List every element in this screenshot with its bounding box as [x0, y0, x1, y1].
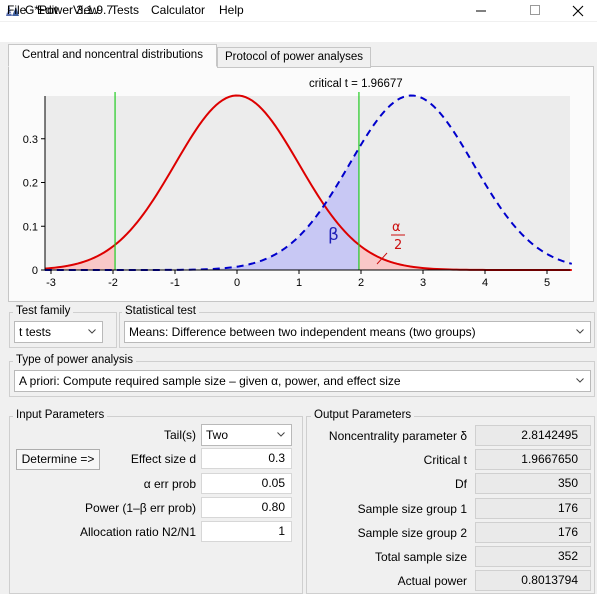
distribution-plot: -3 -2 -1 0 1 2 3 4 5 0 0.1 0.2 0.3 critical t = 1.9…	[23, 78, 573, 289]
menu-edit[interactable]: Edit	[37, 3, 58, 17]
power-label: Power (1–β err prob)	[85, 501, 196, 515]
total-sample-size-value: 352	[475, 546, 591, 567]
determine-button[interactable]: Determine =>	[16, 449, 100, 470]
input-parameters-label: Input Parameters	[13, 409, 108, 421]
allocation-ratio-label: Allocation ratio N2/N1	[79, 525, 196, 539]
x-tick-label: 3	[420, 277, 426, 289]
effect-size-label: Effect size d	[130, 452, 196, 466]
power-analysis-label: Type of power analysis	[13, 354, 136, 366]
statistical-test-value: Means: Difference between two independen…	[129, 325, 476, 339]
tails-label: Tail(s)	[164, 428, 196, 442]
statistical-test-label: Statistical test	[122, 305, 199, 317]
df-value: 350	[475, 473, 591, 494]
alpha-err-label: α err prob	[143, 477, 196, 491]
statistical-test-select[interactable]: Means: Difference between two independen…	[124, 321, 591, 343]
close-button[interactable]	[555, 0, 597, 21]
chevron-down-icon	[88, 329, 96, 334]
noncentrality-value: 2.8142495	[475, 425, 591, 446]
critical-t-output-label: Critical t	[423, 453, 467, 467]
noncentrality-label: Noncentrality parameter δ	[328, 429, 467, 443]
close-icon	[572, 5, 584, 16]
x-tick-label: 0	[234, 277, 240, 289]
y-tick-label: 0.3	[23, 134, 38, 146]
test-family-label: Test family	[13, 305, 74, 317]
menu-view[interactable]: View	[73, 3, 99, 17]
power-input[interactable]: 0.80	[201, 497, 292, 518]
x-tick-label: 1	[296, 277, 302, 289]
sample-size-group1-value: 176	[475, 498, 591, 519]
x-tick-label: 4	[482, 277, 488, 289]
effect-size-input[interactable]: 0.3	[201, 448, 292, 469]
maximize-icon	[529, 5, 540, 15]
output-parameters-label: Output Parameters	[311, 409, 415, 421]
chevron-down-icon	[576, 378, 584, 383]
x-tick-label: -2	[108, 277, 118, 289]
tab-protocol[interactable]: Protocol of power analyses	[217, 47, 371, 68]
minimize-icon	[475, 10, 486, 12]
critical-t-value: 1.9667650	[475, 449, 591, 470]
tails-select[interactable]: Two	[201, 424, 292, 446]
menu-calculator[interactable]: Calculator	[151, 3, 205, 17]
beta-symbol: β	[328, 225, 339, 245]
minimize-button[interactable]	[458, 0, 504, 21]
allocation-ratio-input[interactable]: 1	[201, 521, 292, 542]
alpha-err-input[interactable]: 0.05	[201, 473, 292, 494]
x-tick-label: -3	[46, 277, 56, 289]
y-tick-label: 0.2	[23, 178, 38, 190]
power-analysis-select[interactable]: A priori: Compute required sample size –…	[14, 370, 591, 392]
power-analysis-value: A priori: Compute required sample size –…	[19, 374, 401, 388]
menu-file[interactable]: File	[7, 3, 26, 17]
y-tick-label: 0	[32, 265, 38, 277]
x-tick-label: 2	[358, 277, 364, 289]
actual-power-value: 0.8013794	[475, 570, 591, 591]
x-tick-label: -1	[170, 277, 180, 289]
maximize-button[interactable]	[512, 0, 558, 21]
menu-bar	[0, 22, 597, 42]
sample-size-group2-value: 176	[475, 522, 591, 543]
test-family-select[interactable]: t tests	[14, 321, 103, 343]
menu-tests[interactable]: Tests	[111, 3, 139, 17]
critical-t-label: critical t = 1.96677	[309, 78, 403, 90]
actual-power-label: Actual power	[397, 574, 467, 588]
alpha-denominator: 2	[394, 238, 402, 253]
y-tick-label: 0.1	[23, 221, 38, 233]
test-family-value: t tests	[19, 325, 52, 339]
chevron-down-icon	[576, 329, 584, 334]
menu-help[interactable]: Help	[219, 3, 244, 17]
df-label: Df	[455, 477, 467, 491]
alpha-symbol: α	[392, 220, 401, 235]
total-sample-size-label: Total sample size	[374, 550, 467, 564]
sample-size-group2-label: Sample size group 2	[357, 526, 467, 540]
x-tick-label: 5	[544, 277, 550, 289]
sample-size-group1-label: Sample size group 1	[357, 502, 467, 516]
tab-distributions[interactable]: Central and noncentral distributions	[8, 44, 217, 67]
chevron-down-icon	[277, 432, 285, 437]
tails-value: Two	[206, 428, 229, 442]
